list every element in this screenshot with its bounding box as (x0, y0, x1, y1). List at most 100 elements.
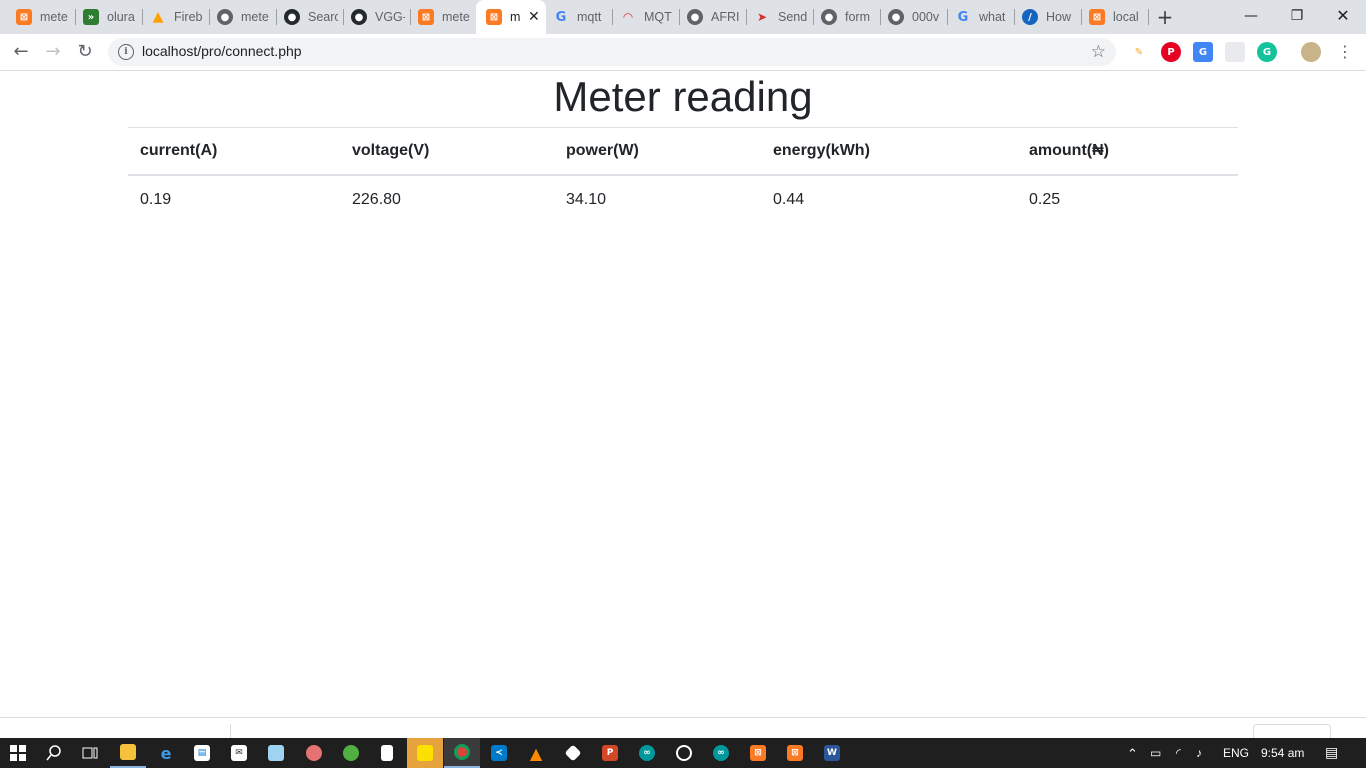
browser-tab[interactable]: ⊠ mete (6, 0, 76, 34)
forward-button[interactable]: → (41, 40, 65, 64)
chevron-up-icon[interactable]: ⌃ (1127, 746, 1138, 762)
bookmark-star-icon[interactable]: ☆ (1091, 42, 1106, 62)
browser-tab[interactable]: G what (945, 0, 1015, 34)
vlc-icon[interactable]: ▲ (518, 738, 554, 768)
browser-tab[interactable]: ⊠ local (1079, 0, 1149, 34)
code-icon: » (83, 9, 99, 25)
browser-tab[interactable]: G mqtt (543, 0, 613, 34)
browser-tab[interactable]: ● AFRI (677, 0, 747, 34)
word-icon[interactable]: W (814, 738, 850, 768)
arduino-icon[interactable]: ∞ (703, 738, 739, 768)
browser-toolbar: ← → ↻ i localhost/pro/connect.php ☆ ✎ P … (0, 34, 1366, 71)
table-row: 0.19 226.80 34.10 0.44 0.25 (128, 175, 1238, 224)
tab-title: mqtt (577, 10, 602, 24)
pinterest-icon[interactable]: P (1161, 42, 1181, 62)
search-icon[interactable] (36, 738, 72, 768)
table-cell: 226.80 (352, 191, 401, 208)
mail-icon[interactable]: ✉ (221, 738, 257, 768)
tab-title: mete (40, 10, 68, 24)
browser-tab[interactable]: ● VGG- (341, 0, 411, 34)
browser-tab[interactable]: ▲ Fireb (140, 0, 210, 34)
globe-icon: ● (888, 9, 904, 25)
css-extension-icon[interactable]: ✎ (1129, 42, 1149, 62)
url-text[interactable]: localhost/pro/connect.php (142, 43, 302, 59)
clock[interactable]: 9:54 am (1261, 746, 1304, 760)
tab-title: VGG- (375, 10, 405, 24)
xampp-icon: ⊠ (16, 9, 32, 25)
avatar[interactable] (1301, 42, 1321, 62)
arduino-icon[interactable]: ∞ (629, 738, 665, 768)
github-icon: ● (284, 9, 300, 25)
browser-tab[interactable]: ● form (811, 0, 881, 34)
git-icon[interactable] (555, 738, 591, 768)
translate-icon[interactable]: G (1193, 42, 1213, 62)
file-explorer-icon[interactable] (110, 738, 146, 768)
language-indicator[interactable]: ENG (1223, 746, 1249, 760)
column-header: energy(kWh) (761, 127, 1017, 176)
google-icon: G (555, 9, 567, 25)
tab-title: olura (107, 10, 135, 24)
xbox-icon[interactable] (333, 738, 369, 768)
table-cell: 0.25 (1029, 191, 1061, 208)
task-view-icon[interactable] (72, 738, 108, 768)
info-icon[interactable]: i (118, 44, 134, 60)
tab-title: local (1113, 10, 1139, 24)
notifications-icon[interactable]: ▤ (1325, 744, 1338, 761)
battery-icon[interactable]: ▭ (1150, 746, 1161, 760)
store-icon[interactable]: ▤ (184, 738, 220, 768)
xampp-icon[interactable]: ⊠ (777, 738, 813, 768)
browser-tab[interactable]: ● Searc (274, 0, 344, 34)
close-window-button[interactable]: ✕ (1320, 6, 1366, 28)
browser-tab-active[interactable]: ⊠ m ✕ (476, 0, 546, 34)
restore-button[interactable]: ❐ (1274, 6, 1320, 28)
github-icon: ● (351, 9, 367, 25)
new-tab-button[interactable]: + (1155, 7, 1175, 27)
wifi-icon[interactable]: ◜ (1176, 746, 1181, 760)
column-header: voltage(V) (340, 127, 554, 176)
browser-tab[interactable]: ➤ Send (744, 0, 814, 34)
chrome-icon[interactable] (444, 738, 480, 768)
back-button[interactable]: ← (9, 40, 33, 64)
powerpoint-icon[interactable]: P (592, 738, 628, 768)
globe-icon: ● (821, 9, 837, 25)
meter-table: current(A) voltage(V) power(W) energy(kW… (128, 127, 1238, 224)
edge-circle-icon: / (1022, 9, 1038, 25)
browser-tab[interactable]: ● 000v (878, 0, 948, 34)
close-tab-icon[interactable]: ✕ (528, 9, 540, 25)
tab-title: mete (241, 10, 269, 24)
reload-button[interactable]: ↻ (73, 40, 97, 64)
tab-title: form (845, 10, 870, 24)
table-cell: 0.44 (773, 191, 805, 208)
github-desktop-icon[interactable] (666, 738, 702, 768)
volume-icon[interactable]: ♪ (1196, 746, 1202, 760)
notepad-icon[interactable] (258, 738, 294, 768)
tab-title: m (510, 10, 521, 24)
column-header: current(A) (128, 127, 340, 176)
browser-tab[interactable]: » olura (73, 0, 143, 34)
firebase-icon: ▲ (152, 9, 164, 25)
browser-tab[interactable]: ◠ MQT (610, 0, 680, 34)
xampp-icon[interactable]: ⊠ (740, 738, 776, 768)
xampp-icon: ⊠ (1089, 9, 1105, 25)
menu-icon[interactable]: ⋮ (1333, 40, 1357, 64)
xampp-icon: ⊠ (418, 9, 434, 25)
browser-tab[interactable]: / How (1012, 0, 1082, 34)
address-bar[interactable]: i localhost/pro/connect.php ☆ (108, 38, 1116, 66)
browser-tab[interactable]: ● mete (207, 0, 277, 34)
paint-icon[interactable] (296, 738, 332, 768)
sticky-notes-icon[interactable] (407, 738, 443, 768)
vscode-icon[interactable]: ≺ (481, 738, 517, 768)
column-header: amount(₦) (1017, 127, 1238, 176)
extension-icon[interactable] (1225, 42, 1245, 62)
windows-start-icon[interactable] (0, 738, 36, 768)
globe-icon: ● (217, 9, 233, 25)
tab-title: AFRI (711, 10, 740, 24)
tab-title: mete (442, 10, 470, 24)
edge-icon[interactable]: e (148, 738, 184, 768)
minimize-button[interactable]: — (1228, 6, 1274, 28)
browser-tab[interactable]: ⊠ mete (408, 0, 478, 34)
document-icon[interactable] (369, 738, 405, 768)
google-icon: G (957, 9, 969, 25)
table-cell: 34.10 (566, 191, 607, 208)
grammarly-icon[interactable]: G (1257, 42, 1277, 62)
